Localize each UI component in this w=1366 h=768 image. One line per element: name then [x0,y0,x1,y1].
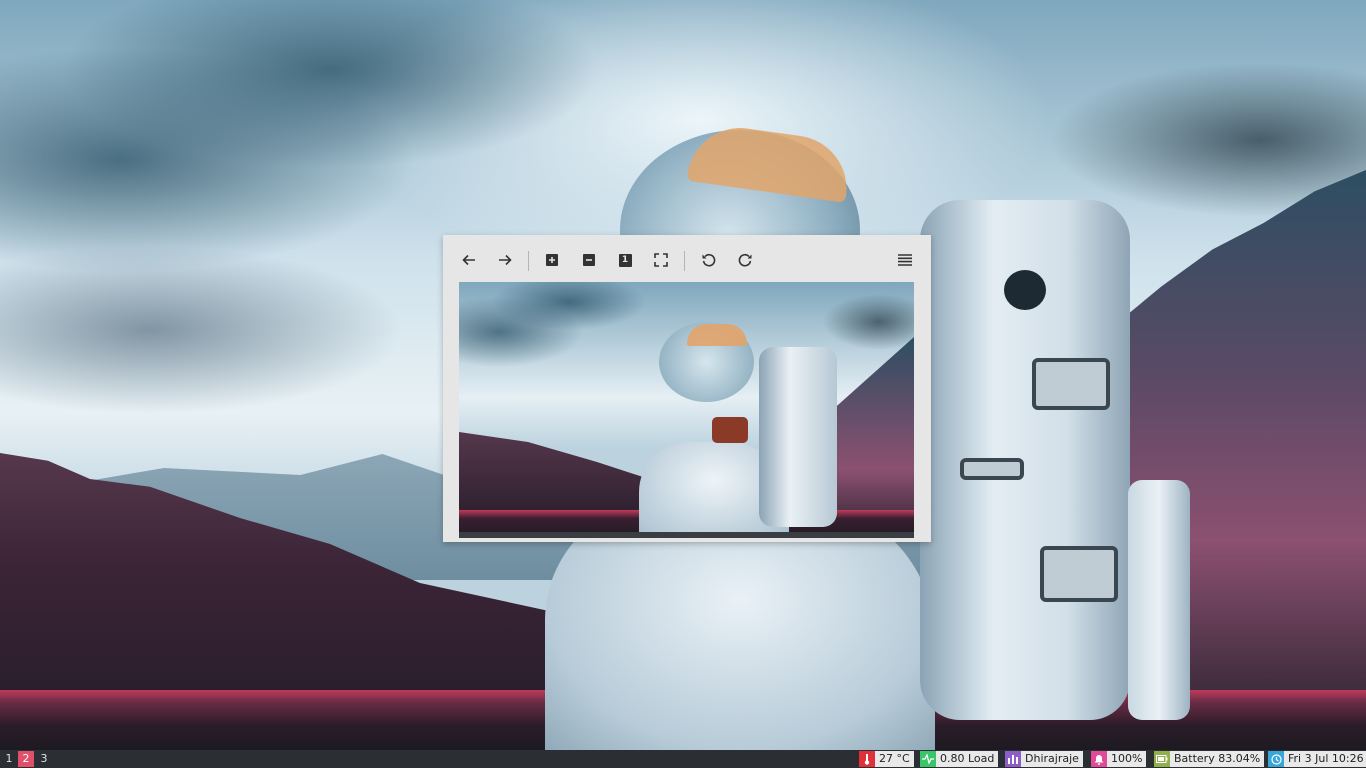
bottom-panel: 1 2 3 27 °C 0.80 Load Dhirajraje 100% Ba… [0,750,1366,768]
viewer-toolbar: 1 [443,235,931,283]
backpack-knob [1004,270,1046,310]
rotate-right-button[interactable] [733,249,757,271]
user-name: Dhirajraje [1021,751,1083,767]
image-viewer-window[interactable]: 1 [443,235,931,542]
fit-window-button[interactable] [649,249,673,271]
rotate-left-icon [702,253,716,267]
backpack-clip [1032,358,1110,410]
original-size-button[interactable]: 1 [613,249,637,271]
zoom-in-icon [546,254,558,266]
toolbar-separator [528,251,529,271]
volume-value: 100% [1107,751,1147,767]
arrow-right-icon [499,254,512,266]
battery-widget[interactable]: Battery 83.04% [1154,751,1265,767]
workspace-2[interactable]: 2 [18,751,34,767]
backpack-clip [1040,546,1118,602]
load-widget[interactable]: 0.80 Load [920,751,999,767]
battery-value: Battery 83.04% [1170,751,1265,767]
image-preview[interactable] [459,282,914,538]
back-button[interactable] [457,249,481,271]
user-widget[interactable]: Dhirajraje [1005,751,1083,767]
temperature-widget[interactable]: 27 °C [859,751,914,767]
clock-value: Fri 3 Jul 10:26 [1284,751,1366,767]
menu-icon [898,254,912,266]
rotate-left-button[interactable] [697,249,721,271]
arrow-left-icon [462,254,475,266]
rotate-right-icon [738,253,752,267]
volume-widget[interactable]: 100% [1091,751,1147,767]
preview-panel-strip [459,532,914,538]
battery-icon [1154,751,1170,767]
workspace-3[interactable]: 3 [36,751,52,767]
preview-astronaut-backpack [759,347,837,527]
clock-icon [1268,751,1284,767]
load-value: 0.80 Load [936,751,999,767]
clock-widget[interactable]: Fri 3 Jul 10:26 [1268,751,1366,767]
workspace-1[interactable]: 1 [1,751,17,767]
zoom-out-button[interactable] [577,249,601,271]
original-size-icon: 1 [618,253,632,267]
toolbar-separator [684,251,685,271]
bar-chart-icon [1005,751,1021,767]
forward-button[interactable] [493,249,517,271]
menu-button[interactable] [893,249,917,271]
preview-helmet-band [687,324,747,346]
astronaut-backpack [920,200,1130,720]
preview-radiation-badge [712,417,748,443]
zoom-in-button[interactable] [540,249,564,271]
backpack-clip [960,458,1024,480]
fullscreen-icon [654,253,668,267]
astronaut-backpack-side [1128,480,1190,720]
pulse-icon [920,751,936,767]
zoom-out-icon [583,254,595,266]
thermometer-icon [859,751,875,767]
bell-icon [1091,751,1107,767]
temperature-value: 27 °C [875,751,914,767]
